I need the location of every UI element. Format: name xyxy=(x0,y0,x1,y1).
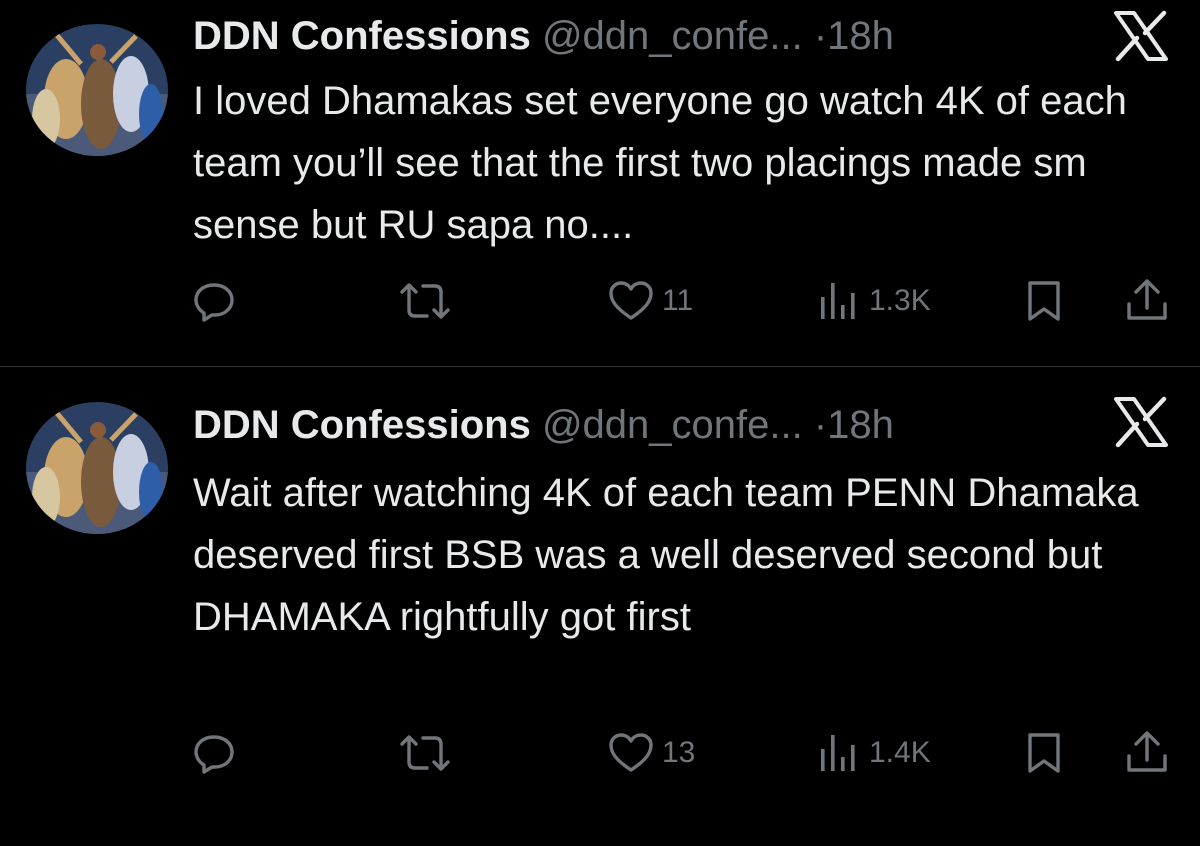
avatar[interactable] xyxy=(26,402,168,534)
retweet-icon xyxy=(398,279,452,323)
retweet-icon xyxy=(398,731,452,775)
views-button[interactable]: 1.4K xyxy=(817,728,931,778)
tweet-feed: DDN Confessions @ddn_confe... ·18h I lov… xyxy=(0,0,1200,846)
tweet-header: DDN Confessions @ddn_confe... ·18h xyxy=(193,12,894,60)
like-count: 13 xyxy=(662,736,696,769)
share-icon xyxy=(1124,730,1170,776)
like-count: 11 xyxy=(662,284,694,317)
heart-icon xyxy=(608,280,654,322)
tweet-actions: 11 1.3K xyxy=(0,276,1200,326)
x-logo-icon xyxy=(1112,396,1170,448)
tweet[interactable]: DDN Confessions @ddn_confe... ·18h I lov… xyxy=(0,0,1200,366)
author-handle[interactable]: @ddn_confe... xyxy=(542,14,803,58)
tweet-text: I loved Dhamakas set everyone go watch 4… xyxy=(193,79,1127,247)
like-button[interactable]: 11 xyxy=(608,276,693,326)
tweet[interactable]: DDN Confessions @ddn_confe... ·18h Wait … xyxy=(0,368,1200,846)
heart-icon xyxy=(608,732,654,774)
reply-icon xyxy=(192,279,236,323)
bookmark-button[interactable] xyxy=(1024,276,1064,326)
bookmark-icon xyxy=(1024,731,1064,775)
author-name[interactable]: DDN Confessions xyxy=(193,403,531,447)
views-icon xyxy=(817,731,861,775)
author-name[interactable]: DDN Confessions xyxy=(193,14,531,58)
separator-dot: · xyxy=(813,14,828,58)
bookmark-button[interactable] xyxy=(1024,728,1064,778)
avatar[interactable] xyxy=(26,24,168,156)
tweet-actions: 13 1.4K xyxy=(0,728,1200,778)
retweet-button[interactable] xyxy=(398,276,452,326)
tweet-header: DDN Confessions @ddn_confe... ·18h xyxy=(193,401,894,449)
reply-button[interactable] xyxy=(192,728,236,778)
views-button[interactable]: 1.3K xyxy=(817,276,931,326)
share-button[interactable] xyxy=(1124,728,1170,778)
reply-icon xyxy=(192,731,236,775)
share-icon xyxy=(1124,278,1170,324)
view-count: 1.3K xyxy=(869,284,931,317)
reply-button[interactable] xyxy=(192,276,236,326)
timestamp[interactable]: 18h xyxy=(827,14,894,58)
tweet-text: Wait after watching 4K of each team PENN… xyxy=(193,471,1139,639)
retweet-button[interactable] xyxy=(398,728,452,778)
share-button[interactable] xyxy=(1124,276,1170,326)
tweet-divider xyxy=(0,366,1200,367)
x-logo-icon xyxy=(1112,10,1170,62)
views-icon xyxy=(817,279,861,323)
separator-dot: · xyxy=(813,403,828,447)
like-button[interactable]: 13 xyxy=(608,728,695,778)
view-count: 1.4K xyxy=(869,736,931,769)
timestamp[interactable]: 18h xyxy=(827,403,894,447)
author-handle[interactable]: @ddn_confe... xyxy=(542,403,803,447)
bookmark-icon xyxy=(1024,279,1064,323)
